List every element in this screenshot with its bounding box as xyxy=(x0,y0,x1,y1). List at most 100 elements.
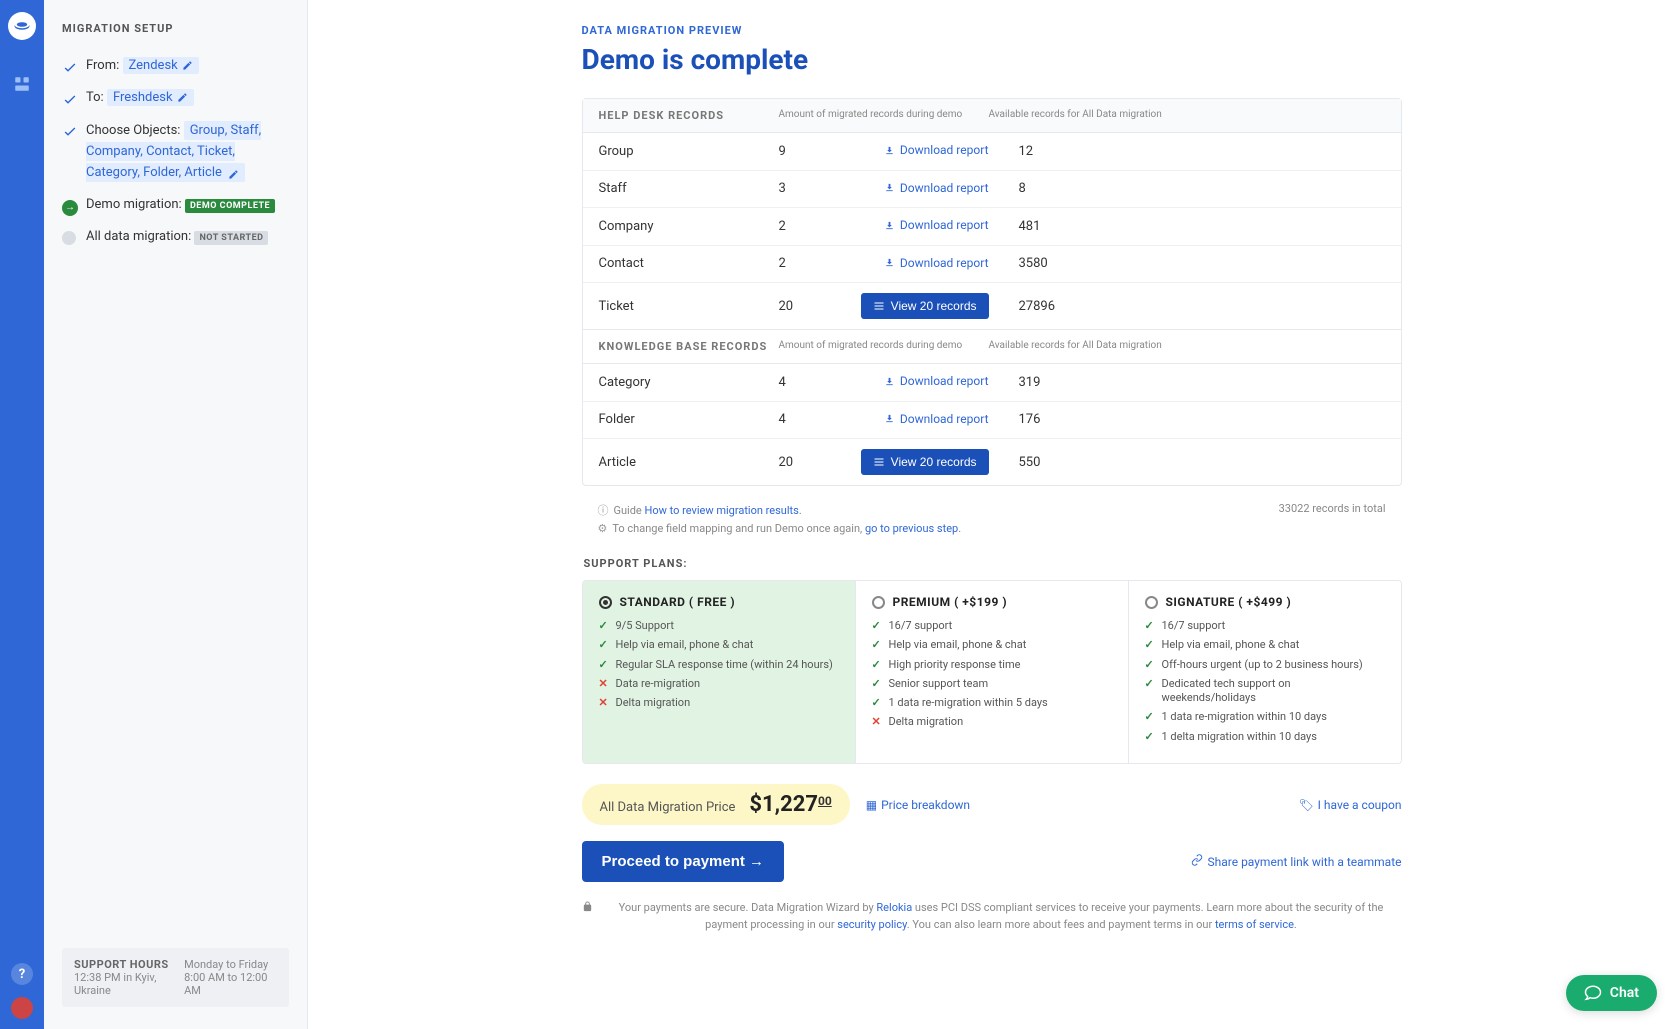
record-name: Company xyxy=(599,219,779,234)
cross-icon: ✕ xyxy=(872,715,883,729)
table-row: Category 4 Download report 319 xyxy=(583,364,1401,402)
demo-count: 4 xyxy=(779,375,839,390)
step-demo: → Demo migration: DEMO COMPLETE xyxy=(62,197,289,215)
tag-icon: 🏷 xyxy=(1298,798,1313,812)
available-count: 27896 xyxy=(989,299,1385,314)
check-icon: ✓ xyxy=(1145,619,1156,633)
demo-count: 20 xyxy=(779,299,839,314)
sidebar-title: MIGRATION SETUP xyxy=(62,22,289,35)
pencil-icon xyxy=(228,167,239,178)
check-icon: ✓ xyxy=(1145,710,1156,724)
step-from: From: Zendesk xyxy=(62,57,289,75)
download-report-link[interactable]: Download report xyxy=(884,181,989,195)
coupon-link[interactable]: 🏷 I have a coupon xyxy=(1298,798,1401,812)
download-report-link[interactable]: Download report xyxy=(884,412,989,426)
view-records-button[interactable]: View 20 records xyxy=(861,293,989,319)
info-icon: ⓘ xyxy=(598,502,609,518)
price-breakdown-link[interactable]: ▦ Price breakdown xyxy=(866,798,970,812)
plan-radio[interactable] xyxy=(599,596,612,609)
download-report-link[interactable]: Download report xyxy=(884,143,989,157)
plan-feature: ✕Data re-migration xyxy=(599,677,839,691)
chat-widget[interactable]: Chat xyxy=(1566,975,1657,1011)
plan-option[interactable]: SIGNATURE ( +$499 ) ✓16/7 support ✓Help v… xyxy=(1129,581,1401,763)
plan-feature: ✓16/7 support xyxy=(872,619,1112,633)
available-count: 319 xyxy=(989,375,1385,390)
previous-step-link[interactable]: go to previous step xyxy=(865,522,958,535)
check-icon: ✓ xyxy=(1145,730,1156,744)
alldata-status-badge: NOT STARTED xyxy=(194,231,268,245)
view-records-button[interactable]: View 20 records xyxy=(861,449,989,475)
price-pill: All Data Migration Price $1,22700 xyxy=(582,784,850,825)
help-icon[interactable]: ? xyxy=(11,963,33,985)
pencil-icon xyxy=(182,60,193,71)
record-name: Article xyxy=(599,455,779,470)
plan-feature: ✓Help via email, phone & chat xyxy=(599,638,839,652)
available-count: 3580 xyxy=(989,256,1385,271)
table-row: Staff 3 Download report 8 xyxy=(583,171,1401,209)
plan-feature: ✕Delta migration xyxy=(599,696,839,710)
demo-status-badge: DEMO COMPLETE xyxy=(185,199,275,213)
plans-title: SUPPORT PLANS: xyxy=(584,557,1400,570)
relokia-link[interactable]: Relokia xyxy=(876,901,912,914)
avatar[interactable] xyxy=(11,997,33,1019)
pre-title: DATA MIGRATION PREVIEW xyxy=(582,24,1402,37)
check-icon: ✓ xyxy=(872,619,883,633)
plan-name: PREMIUM ( +$199 ) xyxy=(893,595,1008,609)
proceed-button[interactable]: Proceed to payment → xyxy=(582,841,785,882)
guide-link[interactable]: How to review migration results xyxy=(645,504,799,517)
plan-feature: ✓Help via email, phone & chat xyxy=(872,638,1112,652)
demo-count: 3 xyxy=(779,181,839,196)
record-name: Folder xyxy=(599,412,779,427)
plan-name: STANDARD ( FREE ) xyxy=(620,595,736,609)
demo-count: 9 xyxy=(779,144,839,159)
plan-radio[interactable] xyxy=(872,596,885,609)
plan-feature: ✓High priority response time xyxy=(872,658,1112,672)
terms-link[interactable]: terms of service xyxy=(1215,918,1294,931)
plan-feature: ✓Off-hours urgent (up to 2 business hour… xyxy=(1145,658,1385,672)
step-all-data: All data migration: NOT STARTED xyxy=(62,229,289,247)
security-policy-link[interactable]: security policy xyxy=(837,918,906,931)
plan-radio[interactable] xyxy=(1145,596,1158,609)
check-icon: ✓ xyxy=(872,638,883,652)
plan-feature: ✓Help via email, phone & chat xyxy=(1145,638,1385,652)
logo[interactable] xyxy=(8,12,36,40)
plan-name: SIGNATURE ( +$499 ) xyxy=(1166,595,1292,609)
check-icon: ✓ xyxy=(1145,677,1156,691)
step-to-value[interactable]: Freshdesk xyxy=(107,89,194,106)
dashboard-icon[interactable] xyxy=(8,70,36,98)
table-row: Folder 4 Download report 176 xyxy=(583,402,1401,440)
link-icon xyxy=(1191,854,1203,869)
plan-option[interactable]: PREMIUM ( +$199 ) ✓16/7 support ✓Help via… xyxy=(856,581,1129,763)
chat-icon xyxy=(1584,984,1602,1002)
record-name: Category xyxy=(599,375,779,390)
plan-feature: ✕Delta migration xyxy=(872,715,1112,729)
available-count: 550 xyxy=(989,455,1385,470)
step-objects: Choose Objects: Group, Staff, Company, C… xyxy=(62,121,289,183)
plan-feature: ✓Regular SLA response time (within 24 ho… xyxy=(599,658,839,672)
step-from-value[interactable]: Zendesk xyxy=(123,57,199,74)
download-report-link[interactable]: Download report xyxy=(884,374,989,388)
support-hours: SUPPORT HOURS 12:38 PM in Kyiv, Ukraine … xyxy=(62,948,289,1007)
download-report-link[interactable]: Download report xyxy=(884,218,989,232)
table-icon: ▦ xyxy=(866,798,877,812)
check-icon: ✓ xyxy=(599,638,610,652)
plan-feature: ✓1 data re-migration within 5 days xyxy=(872,696,1112,710)
pencil-icon xyxy=(177,92,188,103)
available-count: 481 xyxy=(989,219,1385,234)
price-amount: $1,227 xyxy=(749,792,818,817)
demo-count: 4 xyxy=(779,412,839,427)
status-running-icon: → xyxy=(62,199,78,215)
check-icon: ✓ xyxy=(599,619,610,633)
step-to: To: Freshdesk xyxy=(62,89,289,107)
demo-count: 20 xyxy=(779,455,839,470)
plan-feature: ✓16/7 support xyxy=(1145,619,1385,633)
share-link[interactable]: Share payment link with a teammate xyxy=(1191,854,1402,869)
support-plans: STANDARD ( FREE ) ✓9/5 Support✓Help via … xyxy=(582,580,1402,764)
check-icon: ✓ xyxy=(872,696,883,710)
download-report-link[interactable]: Download report xyxy=(884,256,989,270)
lock-icon xyxy=(582,901,593,933)
plan-option[interactable]: STANDARD ( FREE ) ✓9/5 Support✓Help via … xyxy=(583,581,856,763)
records-table: HELP DESK RECORDS Amount of migrated rec… xyxy=(582,98,1402,486)
available-count: 8 xyxy=(989,181,1385,196)
gear-icon: ⚙ xyxy=(598,522,608,535)
